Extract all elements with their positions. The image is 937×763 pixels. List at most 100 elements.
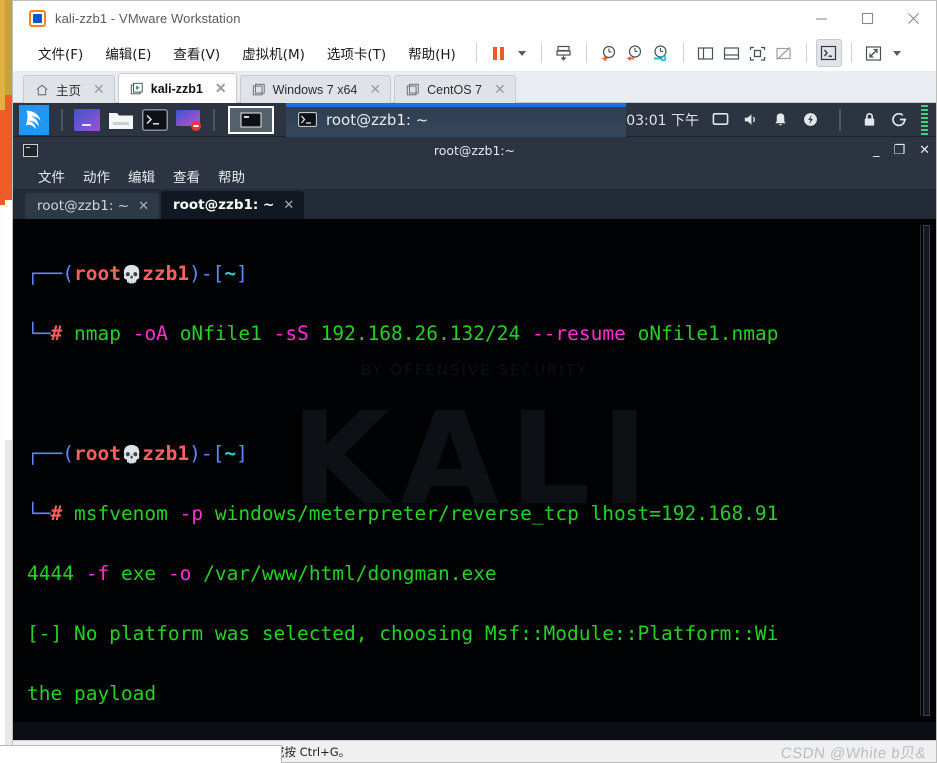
- terminal-title: root@zzb1:~: [433, 142, 516, 158]
- term-menu-file[interactable]: 文件: [29, 164, 74, 188]
- cmd-msfvenom-wrap: 4444: [27, 562, 74, 585]
- terminal-line: ┌──(root💀zzb1)-[~]: [27, 442, 248, 465]
- lock-icon[interactable]: [861, 111, 878, 128]
- tab-centos-7[interactable]: CentOS 7 ✕: [394, 75, 516, 103]
- clock[interactable]: 03:01 下午: [626, 110, 699, 130]
- speaker-icon[interactable]: [742, 111, 759, 128]
- menu-file[interactable]: 文件(F): [27, 39, 94, 67]
- snapshot-add-icon[interactable]: [596, 39, 622, 67]
- taskbar-window-button[interactable]: root@zzb1: ~: [286, 103, 626, 137]
- tab-close-icon[interactable]: ✕: [93, 81, 105, 98]
- menu-edit[interactable]: 编辑(E): [94, 39, 162, 67]
- term-menu-edit[interactable]: 编辑: [119, 164, 164, 188]
- cmd-nmap-flag-resume: --resume: [531, 322, 626, 345]
- stretch-dropdown-button[interactable]: [892, 50, 901, 56]
- terminal-tab-2[interactable]: root@zzb1: ~ ✕: [160, 191, 305, 219]
- tab-label: Windows 7 x64: [272, 82, 358, 97]
- terminal-tabstrip: root@zzb1: ~ ✕ root@zzb1: ~ ✕: [13, 189, 936, 219]
- prompt-user: root: [73, 262, 121, 285]
- fullscreen-icon[interactable]: [745, 39, 771, 67]
- vm-icon: [252, 83, 265, 95]
- taskbar-window-label: root@zzb1: ~: [326, 110, 429, 129]
- unity-icon[interactable]: [771, 39, 797, 67]
- logout-icon[interactable]: [891, 111, 908, 128]
- terminal-line: ┌──(root💀zzb1)-[~]: [27, 262, 248, 285]
- toolbar-divider: [682, 43, 684, 63]
- tray-grip-handle[interactable]: [921, 104, 928, 135]
- cmd-nmap-arg-outfile: oNfile1: [179, 322, 262, 345]
- close-button[interactable]: [890, 1, 936, 35]
- tab-kali-zzb1[interactable]: kali-zzb1 ✕: [117, 73, 237, 103]
- term-maximize-button[interactable]: ❐: [893, 144, 905, 157]
- launcher-file-manager[interactable]: [108, 109, 134, 131]
- terminal-window-controls: _ ❐ ✕: [873, 137, 930, 163]
- terminal-icon: [23, 143, 38, 157]
- terminal-tab-close-icon[interactable]: ✕: [283, 198, 294, 213]
- term-minimize-button[interactable]: _: [873, 144, 880, 157]
- tab-windows-7-x64[interactable]: Windows 7 x64 ✕: [239, 75, 392, 103]
- terminal-tab-close-icon[interactable]: ✕: [138, 199, 149, 214]
- menu-vm[interactable]: 虚拟机(M): [231, 39, 316, 67]
- terminal-menubar: 文件 动作 编辑 查看 帮助: [13, 163, 936, 189]
- maximize-button[interactable]: [844, 1, 890, 35]
- cmd-msfvenom-output: /var/www/html/dongman.exe: [203, 562, 497, 585]
- taskbar-divider: [213, 108, 215, 131]
- terminal-tab-label: root@zzb1: ~: [172, 197, 275, 213]
- terminal-tab-1[interactable]: root@zzb1: ~ ✕: [25, 193, 159, 219]
- snapshot-revert-icon[interactable]: [622, 39, 648, 67]
- taskbar-divider: [61, 108, 63, 131]
- term-close-button[interactable]: ✕: [919, 144, 930, 157]
- prompt-path: ~: [224, 442, 237, 465]
- terminal-tab-label: root@zzb1: ~: [37, 198, 130, 214]
- toolbar-divider: [540, 43, 542, 63]
- menu-tabs[interactable]: 选项卡(T): [316, 39, 397, 67]
- term-menu-actions[interactable]: 动作: [74, 164, 119, 188]
- toolbar-divider: [585, 43, 587, 63]
- power-icon[interactable]: [802, 111, 819, 128]
- panel-bottom-icon[interactable]: [719, 39, 745, 67]
- kali-taskbar: root@zzb1: ~ 03:01 下午: [13, 103, 936, 137]
- background-window-sliver: [0, 0, 12, 763]
- menu-view[interactable]: 查看(V): [162, 39, 231, 67]
- toolbar-divider: [805, 43, 807, 63]
- prompt-user: root: [73, 442, 121, 465]
- prompt-path: ~: [224, 262, 237, 285]
- window-controls: [798, 1, 936, 35]
- menu-help[interactable]: 帮助(H): [397, 39, 467, 67]
- vm-tabstrip: 主页 ✕ kali-zzb1 ✕ Windows 7 x64 ✕ CentOS …: [13, 71, 936, 103]
- display-icon[interactable]: [712, 111, 729, 128]
- show-desktop-icon[interactable]: [228, 105, 274, 134]
- launcher-terminal-emulator[interactable]: [74, 108, 100, 131]
- tab-close-icon[interactable]: ✕: [494, 81, 506, 98]
- tab-label: kali-zzb1: [150, 81, 203, 96]
- kali-guest-screen: root@zzb1: ~ 03:01 下午 root@zzb1:~ _ ❐ ✕ …: [13, 103, 936, 740]
- launcher-screen-recorder[interactable]: [176, 109, 202, 131]
- background-window-taskbar-sliver: [0, 745, 282, 763]
- launcher-terminal[interactable]: [142, 108, 168, 131]
- tab-close-icon[interactable]: ✕: [215, 80, 227, 97]
- bell-icon[interactable]: [772, 111, 789, 128]
- console-icon[interactable]: [815, 39, 842, 67]
- terminal-scrollbar-thumb[interactable]: [923, 225, 930, 716]
- menubar: 文件(F) 编辑(E) 查看(V) 虚拟机(M) 选项卡(T) 帮助(H): [13, 35, 936, 71]
- cmd-msfvenom-prog: msfvenom: [73, 502, 168, 525]
- cmd-msfvenom-flag-o: -o: [167, 562, 192, 585]
- term-menu-help[interactable]: 帮助: [209, 164, 254, 188]
- expand-arrows-icon[interactable]: [861, 39, 887, 67]
- snapshot-manager-icon[interactable]: [551, 39, 577, 67]
- terminal-output-area[interactable]: BY OFFENSIVE SECURITY KALI ┌──(root💀zzb1…: [13, 219, 936, 722]
- tab-home[interactable]: 主页 ✕: [23, 75, 115, 103]
- pause-button[interactable]: [486, 39, 512, 67]
- panel-left-icon[interactable]: [693, 39, 719, 67]
- power-dropdown-button[interactable]: [517, 50, 526, 56]
- system-tray: 03:01 下午: [626, 104, 936, 135]
- prompt-host: zzb1: [142, 262, 190, 285]
- tab-close-icon[interactable]: ✕: [369, 81, 381, 98]
- terminal-scrollbar[interactable]: [920, 225, 932, 716]
- term-menu-view[interactable]: 查看: [164, 164, 209, 188]
- kali-dragon-icon[interactable]: [19, 104, 49, 135]
- cmd-msfvenom-flag-p: -p: [179, 502, 204, 525]
- minimize-button[interactable]: [798, 1, 844, 35]
- snapshot-settings-icon[interactable]: [648, 39, 674, 67]
